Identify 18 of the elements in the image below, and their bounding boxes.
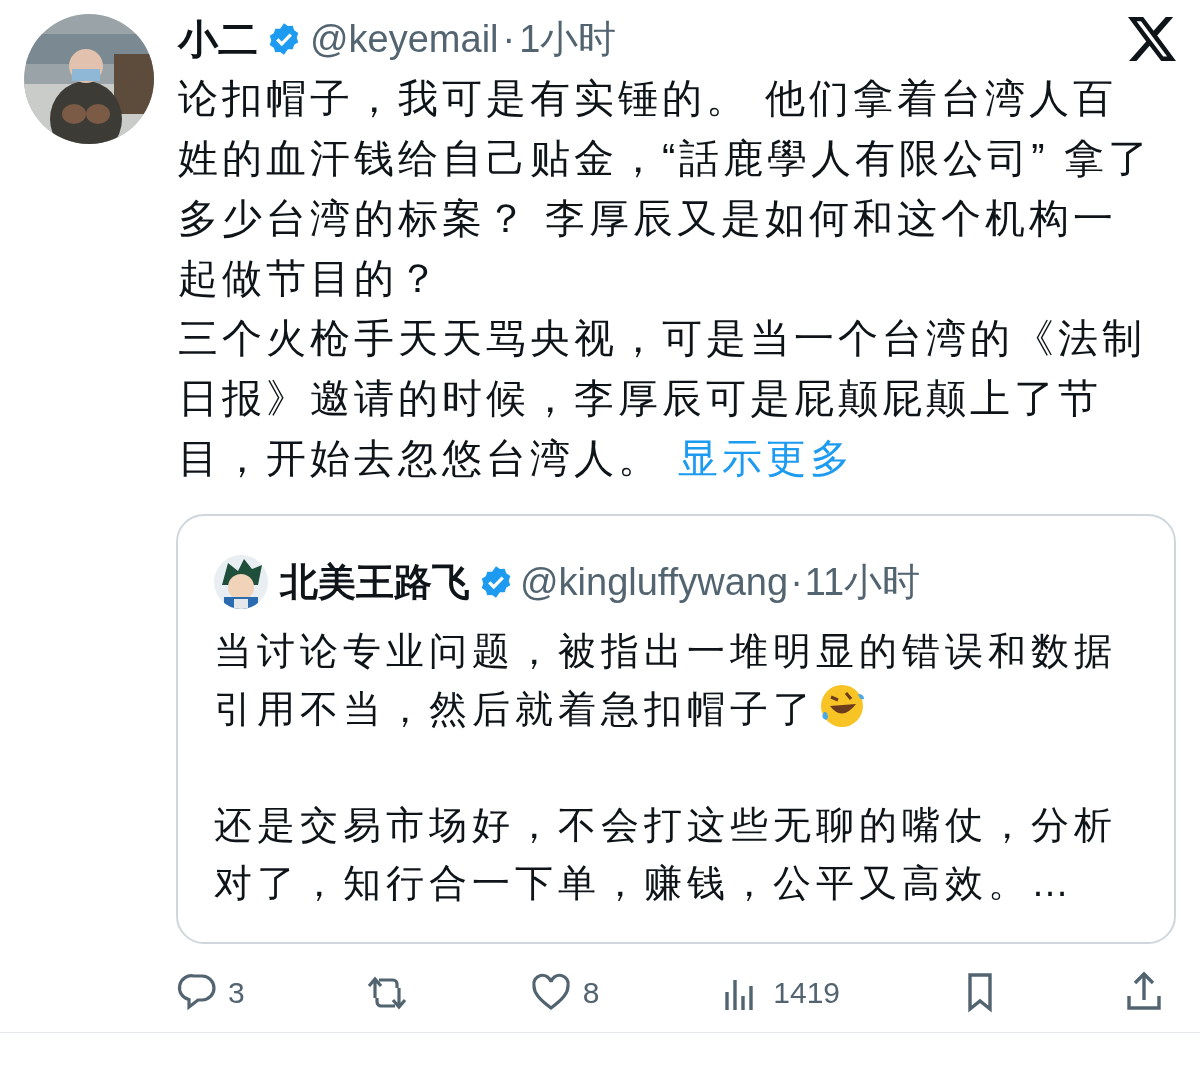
separator: · <box>790 563 803 601</box>
reply-button[interactable]: 3 <box>174 969 245 1015</box>
x-logo-icon[interactable] <box>1128 17 1176 61</box>
post-text: 三个火枪手天天骂央视，可是当一个台湾的《法制日报》邀请的时候，李厚辰可是屁颠屁颠上了节目，开始去忽悠台湾人。 显示更多 <box>178 315 1147 482</box>
quoted-post-text: 当讨论专业问题，被指出一堆明显的错误和数据引用不当，然后就着急扣帽子了 <box>214 629 1118 732</box>
quoted-author-handle[interactable]: @kingluffywang <box>520 563 789 601</box>
author-name[interactable]: 小二 <box>178 19 258 59</box>
quote-card[interactable]: 北美王路飞 @kingluffywang·11小时 当讨论专业问题，被指出一堆明显的错误和数据引用不当，然后就着急扣帽子了 还是交易市场好，不会打这些无聊的嘴仗，分析对了，知行合一下单，赚钱，公平又高效。… <box>176 514 1176 944</box>
views-button[interactable]: 1419 <box>719 969 841 1015</box>
laughing-emoji-icon <box>818 682 866 730</box>
post-time[interactable]: 1小时 <box>519 20 617 58</box>
quoted-author-name[interactable]: 北美王路飞 <box>280 563 470 601</box>
quoted-post-text: 还是交易市场好，不会打这些无聊的嘴仗，分析对了，知行合一下单，赚钱，公平又高效。… <box>214 803 1118 906</box>
post-text: 论扣帽子，我可是有实锤的。 他们拿着台湾人百姓的血汗钱给自己贴金，“話鹿學人有限公司” 拿了多少台湾的标案？ 李厚辰又是如何和这个机构一起做节目的？ <box>178 75 1153 302</box>
author-handle[interactable]: @keyemail <box>310 20 499 58</box>
separator: · <box>502 20 516 58</box>
quoted-post-time: 11小时 <box>804 563 921 601</box>
like-button[interactable]: 8 <box>528 969 600 1015</box>
